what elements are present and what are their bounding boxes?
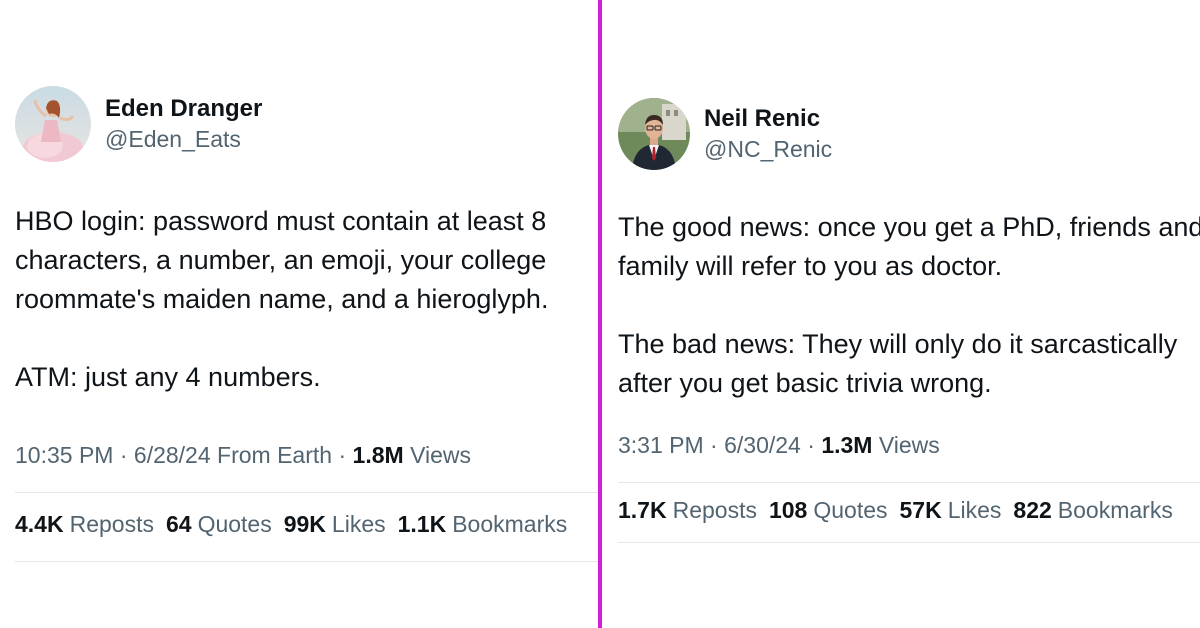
tweet-text: HBO login: password must contain at leas… [15,206,549,392]
views-label: Views [878,432,940,458]
likes-stat[interactable]: 99K Likes [284,511,386,537]
reposts-count: 1.7K [618,497,667,523]
likes-count: 57K [899,497,942,523]
reposts-stat[interactable]: 4.4K Reposts [15,511,154,537]
reposts-label: Reposts [672,497,757,523]
tweet-time[interactable]: 3:31 PM [618,432,704,458]
reposts-count: 4.4K [15,511,64,537]
quotes-count: 64 [165,511,192,537]
author-handle[interactable]: @NC_Renic [704,134,832,164]
tweet-eden-dranger: Eden Dranger @Eden_Eats HBO login: passw… [0,0,598,628]
views-label: Views [410,442,471,468]
bookmarks-stat[interactable]: 822 Bookmarks [1013,497,1172,523]
divider-line [15,492,598,493]
divider-line [618,542,1200,543]
author-name[interactable]: Neil Renic [704,104,832,134]
views-count: 1.8M [352,442,404,468]
bookmarks-count: 822 [1013,497,1052,523]
divider-line [618,482,1200,483]
reposts-label: Reposts [69,511,154,537]
divider-line [15,561,598,562]
tweet-meta: 10:35 PM · 6/28/24 From Earth · 1.8M Vie… [15,442,471,468]
quotes-stat[interactable]: 64 Quotes [166,511,272,537]
likes-stat[interactable]: 57K Likes [900,497,1002,523]
views-count: 1.3M [821,432,873,458]
tweet-source: From Earth [217,442,333,468]
tweet-text: The good news: once you get a PhD, frien… [618,212,1200,398]
author-handle[interactable]: @Eden_Eats [105,124,262,154]
quotes-label: Quotes [197,511,272,537]
likes-label: Likes [331,511,386,537]
engagement-stats: 1.7K Reposts 108 Quotes 57K Likes 822 Bookmarks [618,497,1185,524]
avatar[interactable] [618,98,690,170]
tweet-time[interactable]: 10:35 PM [15,442,113,468]
tweet-header: Neil Renic @NC_Renic [618,98,832,170]
likes-label: Likes [947,497,1002,523]
quotes-count: 108 [768,497,808,523]
bookmarks-label: Bookmarks [1057,497,1173,523]
avatar[interactable] [15,86,91,162]
tweet-neil-renic: Neil Renic @NC_Renic The good news: once… [602,0,1200,628]
engagement-stats: 4.4K Reposts 64 Quotes 99K Likes 1.1K Bookmarks [15,511,579,538]
tweet-date[interactable]: 6/28/24 [134,442,211,468]
tweet-meta: 3:31 PM · 6/30/24 · 1.3M Views [618,432,940,458]
bookmarks-label: Bookmarks [452,511,568,537]
likes-count: 99K [283,511,326,537]
woman-in-pink-dress-avatar [15,86,91,162]
quotes-stat[interactable]: 108 Quotes [769,497,888,523]
man-in-suit-avatar [618,98,690,170]
reposts-stat[interactable]: 1.7K Reposts [618,497,757,523]
quotes-label: Quotes [813,497,888,523]
bookmarks-count: 1.1K [397,511,447,537]
author-name[interactable]: Eden Dranger [105,94,262,124]
bookmarks-stat[interactable]: 1.1K Bookmarks [398,511,568,537]
tweet-header: Eden Dranger @Eden_Eats [15,86,262,162]
tweet-date[interactable]: 6/30/24 [724,432,801,458]
